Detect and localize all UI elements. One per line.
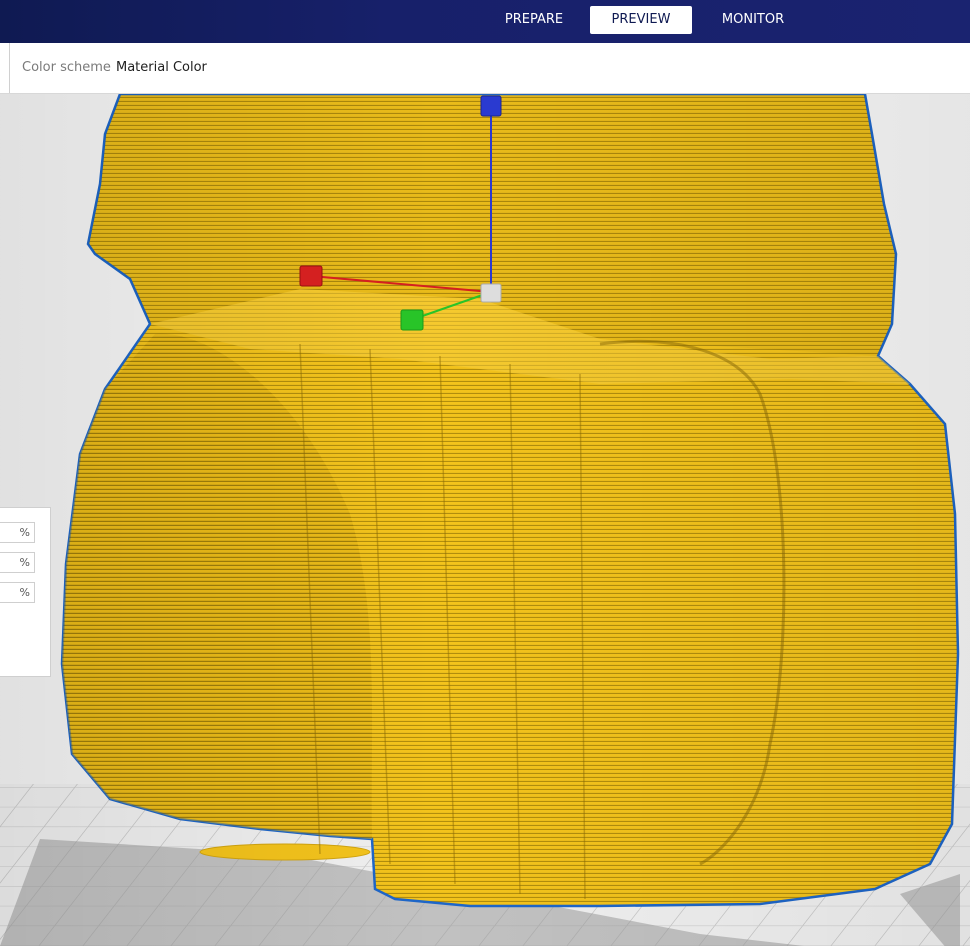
header-bar: PREPARE PREVIEW MONITOR <box>0 0 970 43</box>
color-scheme-dropdown[interactable]: Material Color <box>116 60 207 75</box>
side-settings-panel: % % % <box>0 507 51 677</box>
viewport-shading <box>0 94 970 946</box>
tab-prepare[interactable]: PREPARE <box>493 6 575 34</box>
gizmo-center-handle[interactable] <box>480 283 502 303</box>
axis-y-handle[interactable] <box>480 95 502 117</box>
axis-x-handle[interactable] <box>299 265 323 287</box>
3d-viewport[interactable]: % % % <box>0 94 970 946</box>
view-settings-bar: Color scheme Material Color <box>0 43 970 94</box>
percent-field-2[interactable]: % <box>0 552 35 573</box>
tab-preview[interactable]: PREVIEW <box>590 6 692 34</box>
axis-z-handle[interactable] <box>400 309 424 331</box>
tab-monitor[interactable]: MONITOR <box>708 6 798 34</box>
toolbar-divider <box>9 43 10 93</box>
percent-field-3[interactable]: % <box>0 582 35 603</box>
percent-field-1[interactable]: % <box>0 522 35 543</box>
color-scheme-label: Color scheme <box>22 60 111 75</box>
viewport-scene <box>0 94 970 946</box>
